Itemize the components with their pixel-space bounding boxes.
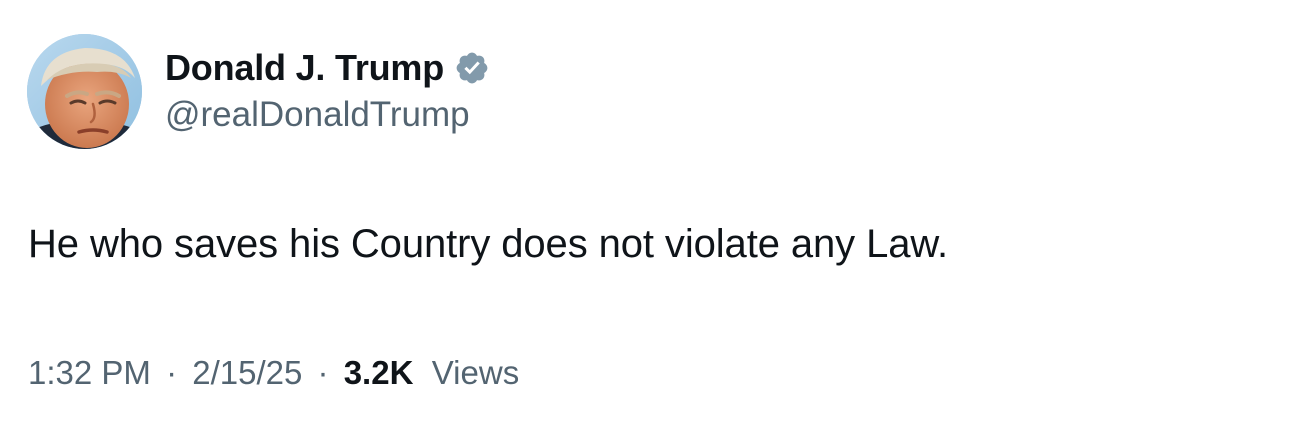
- post-time[interactable]: 1:32 PM: [28, 354, 151, 391]
- views-label[interactable]: Views: [423, 354, 519, 391]
- post-card: Donald J. Trump @realDonaldTrump He who …: [0, 0, 1290, 426]
- post-date[interactable]: 2/15/25: [192, 354, 302, 391]
- avatar[interactable]: [27, 34, 142, 149]
- verified-badge-icon[interactable]: [454, 50, 490, 86]
- post-text: He who saves his Country does not violat…: [28, 222, 948, 266]
- post-meta: 1:32 PM · 2/15/25 · 3.2K Views: [28, 354, 519, 392]
- meta-separator: ·: [166, 354, 178, 391]
- meta-separator: ·: [317, 354, 329, 391]
- views-count[interactable]: 3.2K: [344, 354, 414, 391]
- author-name-row: Donald J. Trump: [165, 44, 490, 92]
- display-name[interactable]: Donald J. Trump: [165, 47, 444, 89]
- user-handle[interactable]: @realDonaldTrump: [165, 95, 470, 135]
- profile-photo-icon: [27, 34, 142, 149]
